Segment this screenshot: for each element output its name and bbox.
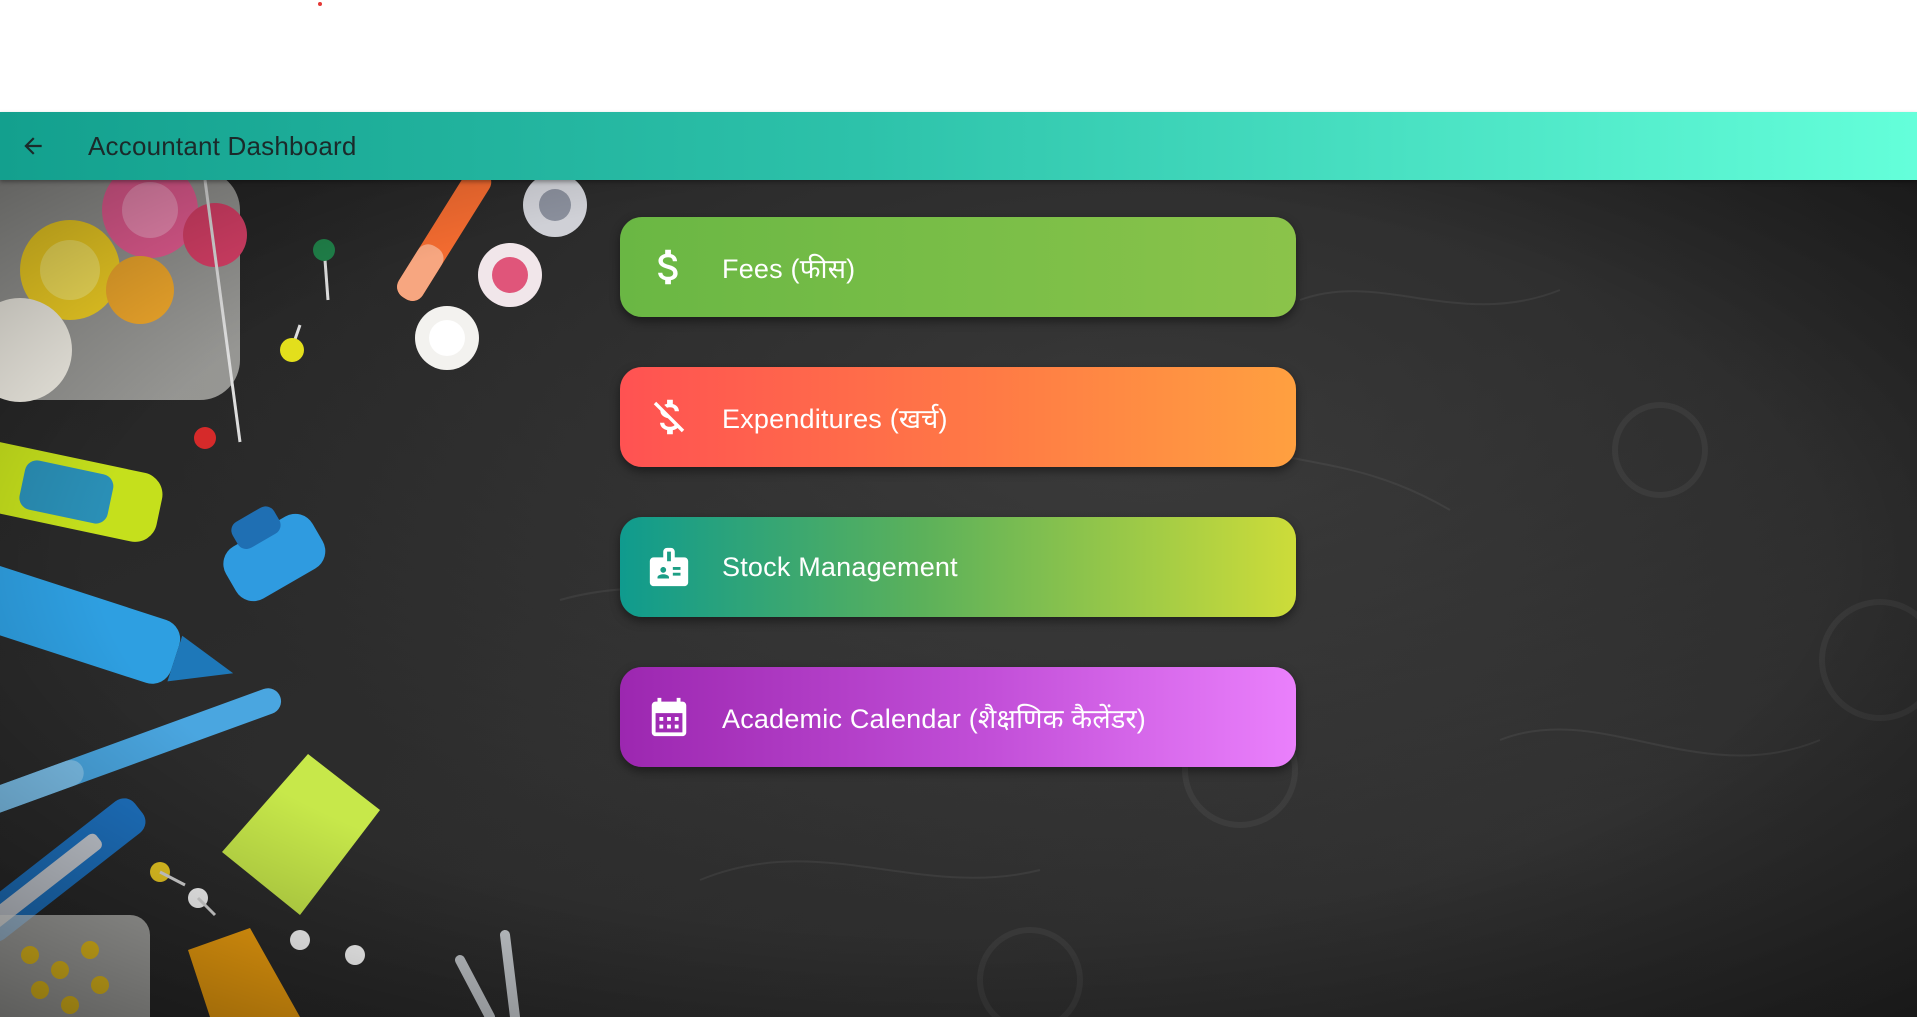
red-dot-marker: [318, 2, 322, 6]
money-off-icon: [646, 394, 692, 440]
expenditures-button[interactable]: Expenditures (खर्च): [620, 367, 1296, 467]
app-bar: Accountant Dashboard: [0, 112, 1917, 180]
stock-management-button[interactable]: Stock Management: [620, 517, 1296, 617]
academic-calendar-button[interactable]: Academic Calendar (शैक्षणिक कैलेंडर): [620, 667, 1296, 767]
dollar-icon: [646, 244, 692, 290]
fees-button[interactable]: Fees (फीस): [620, 217, 1296, 317]
top-blank-area: [0, 0, 1917, 112]
arrow-back-icon: [24, 137, 42, 155]
back-button[interactable]: [0, 112, 66, 180]
stock-management-label: Stock Management: [722, 551, 958, 582]
fees-label: Fees (फीस): [722, 253, 856, 284]
badge-icon: [646, 544, 692, 590]
expenditures-label: Expenditures (खर्च): [722, 403, 948, 434]
calendar-icon: [646, 694, 692, 740]
academic-calendar-label: Academic Calendar (शैक्षणिक कैलेंडर): [722, 703, 1146, 734]
dashboard-menu: Fees (फीस) Expenditures (खर्च) Stock Man…: [620, 217, 1296, 817]
page-title: Accountant Dashboard: [88, 130, 357, 161]
